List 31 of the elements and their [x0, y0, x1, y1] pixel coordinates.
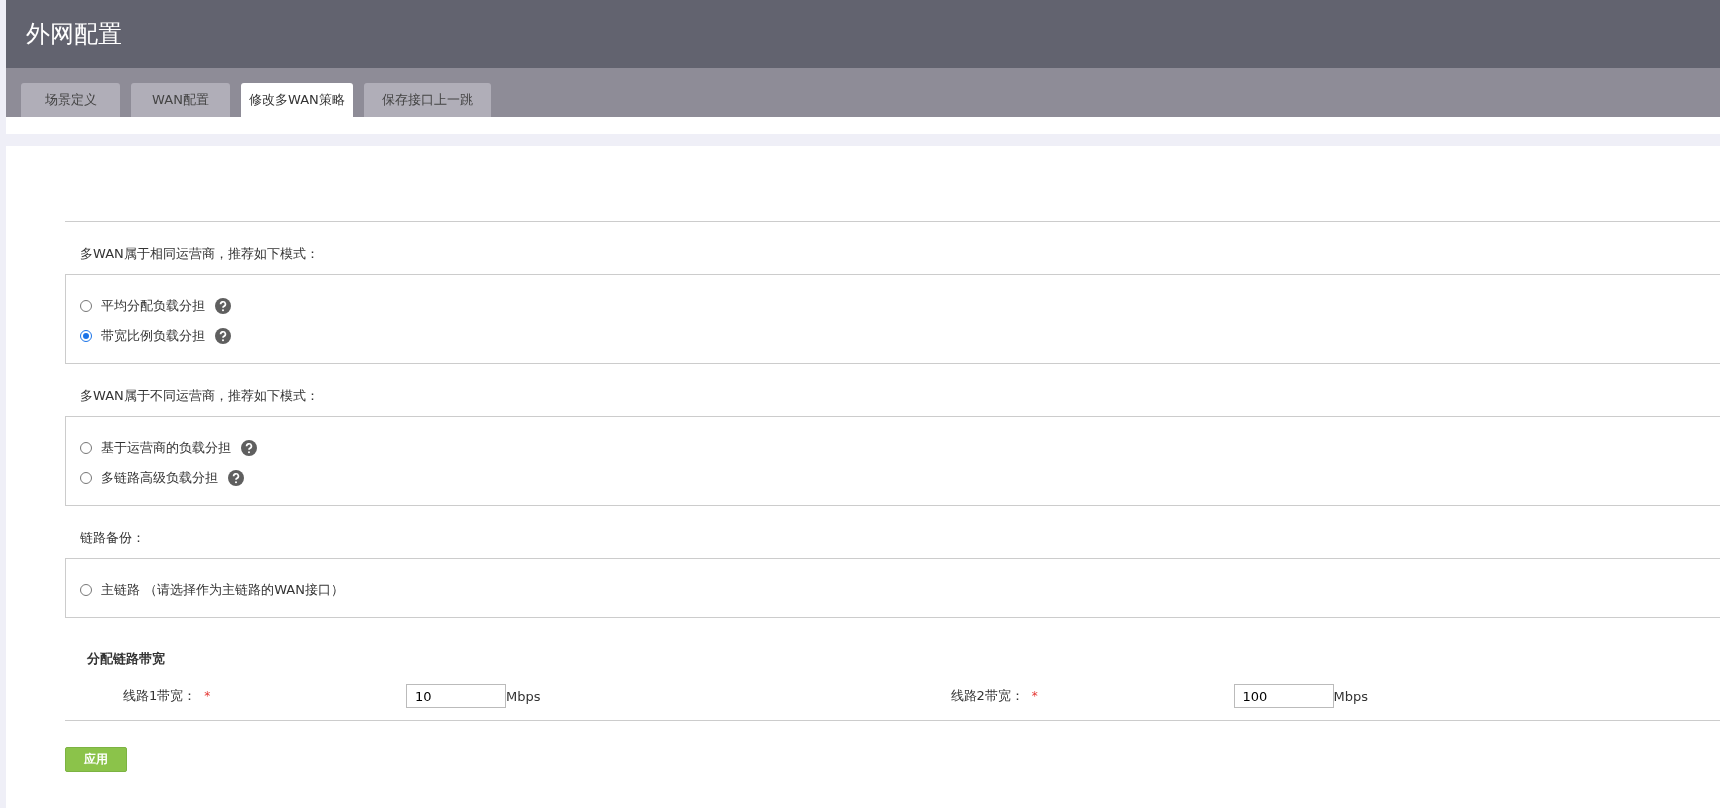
help-icon[interactable] — [228, 470, 244, 486]
help-icon[interactable] — [241, 440, 257, 456]
option-label: 多链路高级负载分担 — [101, 469, 218, 487]
unit-label: Mbps — [506, 688, 541, 704]
group-label: 多WAN属于相同运营商，推荐如下模式： — [80, 245, 320, 263]
required-icon: * — [1031, 689, 1038, 703]
bandwidth-input[interactable]: 100 — [1233, 684, 1334, 708]
help-icon[interactable] — [215, 328, 231, 344]
tab[interactable]: WAN配置 — [131, 83, 230, 117]
option-label: 主链路 （请选择作为主链路的WAN接口） — [101, 581, 344, 599]
group-label: 多WAN属于不同运营商，推荐如下模式： — [80, 387, 320, 405]
option-label: 基于运营商的负载分担 — [101, 439, 231, 457]
option-label: 带宽比例负载分担 — [101, 327, 205, 345]
radio-button[interactable] — [80, 300, 92, 312]
bandwidth-input[interactable]: 10 — [406, 684, 506, 708]
field-label: 线路1带宽： — [123, 687, 197, 705]
help-icon[interactable] — [215, 298, 231, 314]
radio-button[interactable] — [80, 442, 92, 454]
required-icon: * — [204, 689, 211, 703]
radio-button[interactable] — [80, 330, 92, 342]
option-label: 平均分配负载分担 — [101, 297, 205, 315]
tab[interactable]: 场景定义 — [21, 83, 120, 117]
unit-label: Mbps — [1333, 688, 1368, 704]
radio-button[interactable] — [80, 472, 92, 484]
field-label: 线路2带宽： — [950, 687, 1024, 705]
section-title: 分配链路带宽 — [87, 650, 166, 668]
tab[interactable]: 保存接口上一跳 — [363, 83, 491, 117]
page-title: 外网配置 — [26, 19, 122, 50]
group-label: 链路备份： — [80, 529, 146, 547]
radio-button[interactable] — [80, 584, 92, 596]
tab[interactable]: 修改多WAN策略 — [241, 83, 353, 117]
